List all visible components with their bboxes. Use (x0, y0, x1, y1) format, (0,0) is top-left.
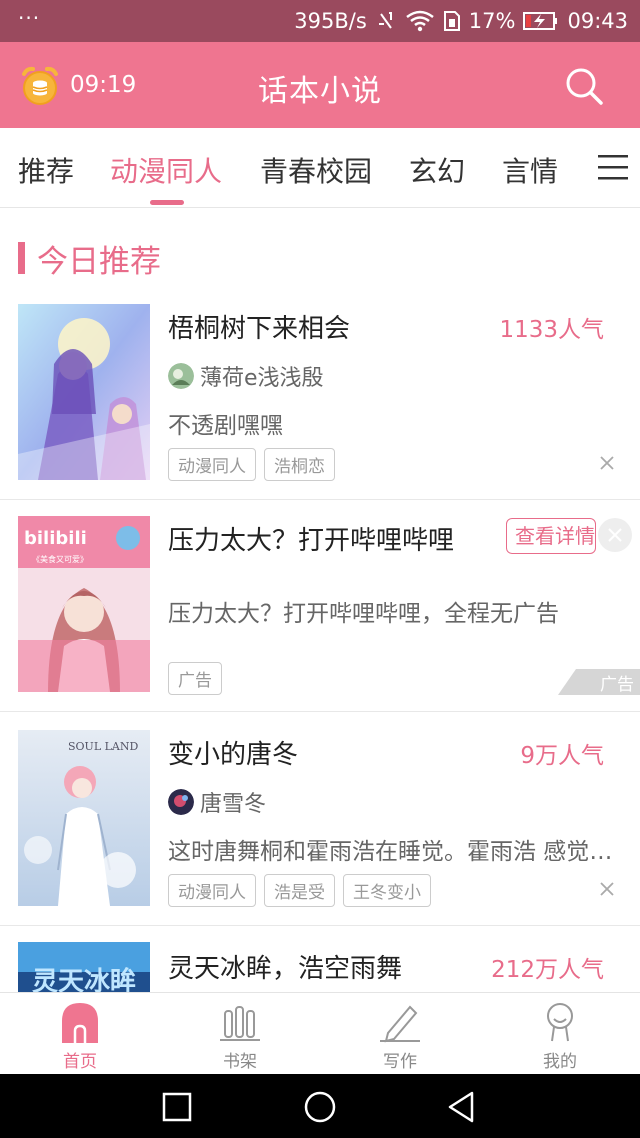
view-details-button[interactable]: 查看详情 (506, 518, 596, 554)
book-card[interactable]: SOUL LAND 变小的唐冬 9万人气 唐雪冬 这时唐舞桐和霍雨浩在睡觉。霍雨… (0, 712, 640, 926)
clock: 09:43 (567, 9, 628, 33)
ad-corner-label: 广告 (600, 675, 634, 695)
book-description: 不透剧嘿嘿 (168, 413, 283, 439)
nav-home-label: 首页 (63, 1052, 97, 1072)
battery-charging-icon (523, 12, 558, 30)
status-dots: ··· (18, 6, 41, 30)
nav-profile-label: 我的 (543, 1052, 577, 1072)
app-title: 话本小说 (258, 74, 382, 109)
system-navigation-bar (0, 1074, 640, 1138)
active-tab-indicator (150, 200, 184, 205)
bookshelf-icon (220, 1006, 260, 1041)
tab-anime-fanfic[interactable]: 动漫同人 (110, 150, 222, 190)
popularity-count: 9万人气 (520, 743, 604, 769)
nav-profile[interactable]: 我的 (520, 1001, 600, 1072)
book-card[interactable]: 灵天冰眸 灵天冰眸，浩空雨舞 212万人气 (0, 926, 640, 992)
nav-write[interactable]: 写作 (360, 1001, 440, 1072)
tag-list: 动漫同人 浩是受 王冬变小 (168, 874, 431, 907)
tab-youth-campus[interactable]: 青春校园 (260, 150, 372, 190)
author-row[interactable]: 唐雪冬 (168, 786, 266, 818)
tab-romance[interactable]: 言情 (502, 150, 558, 190)
ad-cover-caption: 《美食又可爱》 (32, 554, 88, 564)
book-cover[interactable] (18, 304, 150, 480)
book-description: 这时唐舞桐和霍雨浩在睡觉。霍雨浩 感觉到了什么 (168, 839, 618, 865)
bilibili-logo: bilibili (24, 528, 87, 549)
tab-recommend[interactable]: 推荐 (18, 150, 74, 190)
book-tag[interactable]: 动漫同人 (168, 874, 256, 907)
close-icon[interactable] (600, 882, 614, 896)
book-tag[interactable]: 浩是受 (264, 874, 335, 907)
category-tabs: 推荐 动漫同人 青春校园 玄幻 言情 (0, 128, 640, 208)
cover-text: 灵天冰眸 (32, 966, 136, 992)
ad-tag: 广告 (168, 662, 222, 695)
bottom-navigation: 首页 书架 写作 我的 (0, 992, 640, 1074)
network-speed: 395B/s (294, 9, 367, 33)
section-accent-bar (18, 242, 25, 274)
author-avatar (168, 363, 194, 389)
book-tag[interactable]: 王冬变小 (343, 874, 431, 907)
author-avatar (168, 789, 194, 815)
nav-write-label: 写作 (383, 1052, 417, 1072)
search-icon[interactable] (564, 66, 604, 106)
author-name: 唐雪冬 (200, 792, 267, 817)
book-title[interactable]: 变小的唐冬 (168, 734, 298, 771)
tab-fantasy[interactable]: 玄幻 (409, 150, 465, 190)
status-bar: ··· 395B/s 17% 09:43 (0, 0, 640, 42)
nav-home[interactable]: 首页 (40, 1001, 120, 1072)
ad-tag-list: 广告 (168, 662, 222, 695)
close-icon[interactable] (600, 456, 614, 470)
section-header: 今日推荐 (18, 238, 161, 280)
profile-icon (547, 1003, 573, 1042)
muted-icon (378, 12, 392, 29)
cover-text: SOUL LAND (68, 740, 138, 753)
ad-cover[interactable]: bilibili 《美食又可爱》 (18, 516, 150, 692)
close-icon (608, 528, 622, 542)
tag-list: 动漫同人 浩桐恋 (168, 448, 335, 481)
app-header: 09:19 话本小说 (0, 42, 640, 128)
author-row[interactable]: 薄荷e浅浅殷 (168, 360, 324, 392)
ad-close-button[interactable] (598, 518, 632, 552)
nav-bookshelf-label: 书架 (223, 1052, 257, 1072)
ad-corner-badge: 广告 (558, 669, 640, 695)
home-button-icon[interactable] (302, 1090, 338, 1124)
author-name: 薄荷e浅浅殷 (200, 366, 324, 391)
ad-description: 压力太大？打开哔哩哔哩，全程无广告 (168, 601, 559, 627)
book-cover[interactable]: SOUL LAND (18, 730, 150, 906)
book-cover[interactable]: 灵天冰眸 (18, 942, 150, 992)
wifi-icon (406, 10, 434, 32)
book-tag[interactable]: 浩桐恋 (264, 448, 335, 481)
popularity-count: 212万人气 (491, 957, 604, 983)
book-title[interactable]: 梧桐树下来相会 (168, 308, 350, 345)
sim-icon (443, 11, 460, 31)
ad-card[interactable]: bilibili 《美食又可爱》 压力太大？打开哔哩哔哩 查看详情 压力太大？打… (0, 500, 640, 712)
pen-icon (380, 1005, 420, 1043)
menu-icon[interactable] (598, 154, 628, 180)
book-title[interactable]: 灵天冰眸，浩空雨舞 (168, 948, 402, 985)
book-tag[interactable]: 动漫同人 (168, 448, 256, 481)
home-icon (62, 1003, 98, 1043)
popularity-count: 1133人气 (499, 317, 604, 343)
section-title: 今日推荐 (37, 243, 161, 280)
ad-title[interactable]: 压力太大？打开哔哩哔哩 (168, 520, 454, 557)
back-icon[interactable] (444, 1090, 478, 1124)
book-card[interactable]: 梧桐树下来相会 1133人气 薄荷e浅浅殷 不透剧嘿嘿 动漫同人 浩桐恋 (0, 290, 640, 500)
nav-bookshelf[interactable]: 书架 (200, 1001, 280, 1072)
battery-percent: 17% (468, 9, 516, 33)
recent-apps-icon[interactable] (160, 1090, 194, 1124)
